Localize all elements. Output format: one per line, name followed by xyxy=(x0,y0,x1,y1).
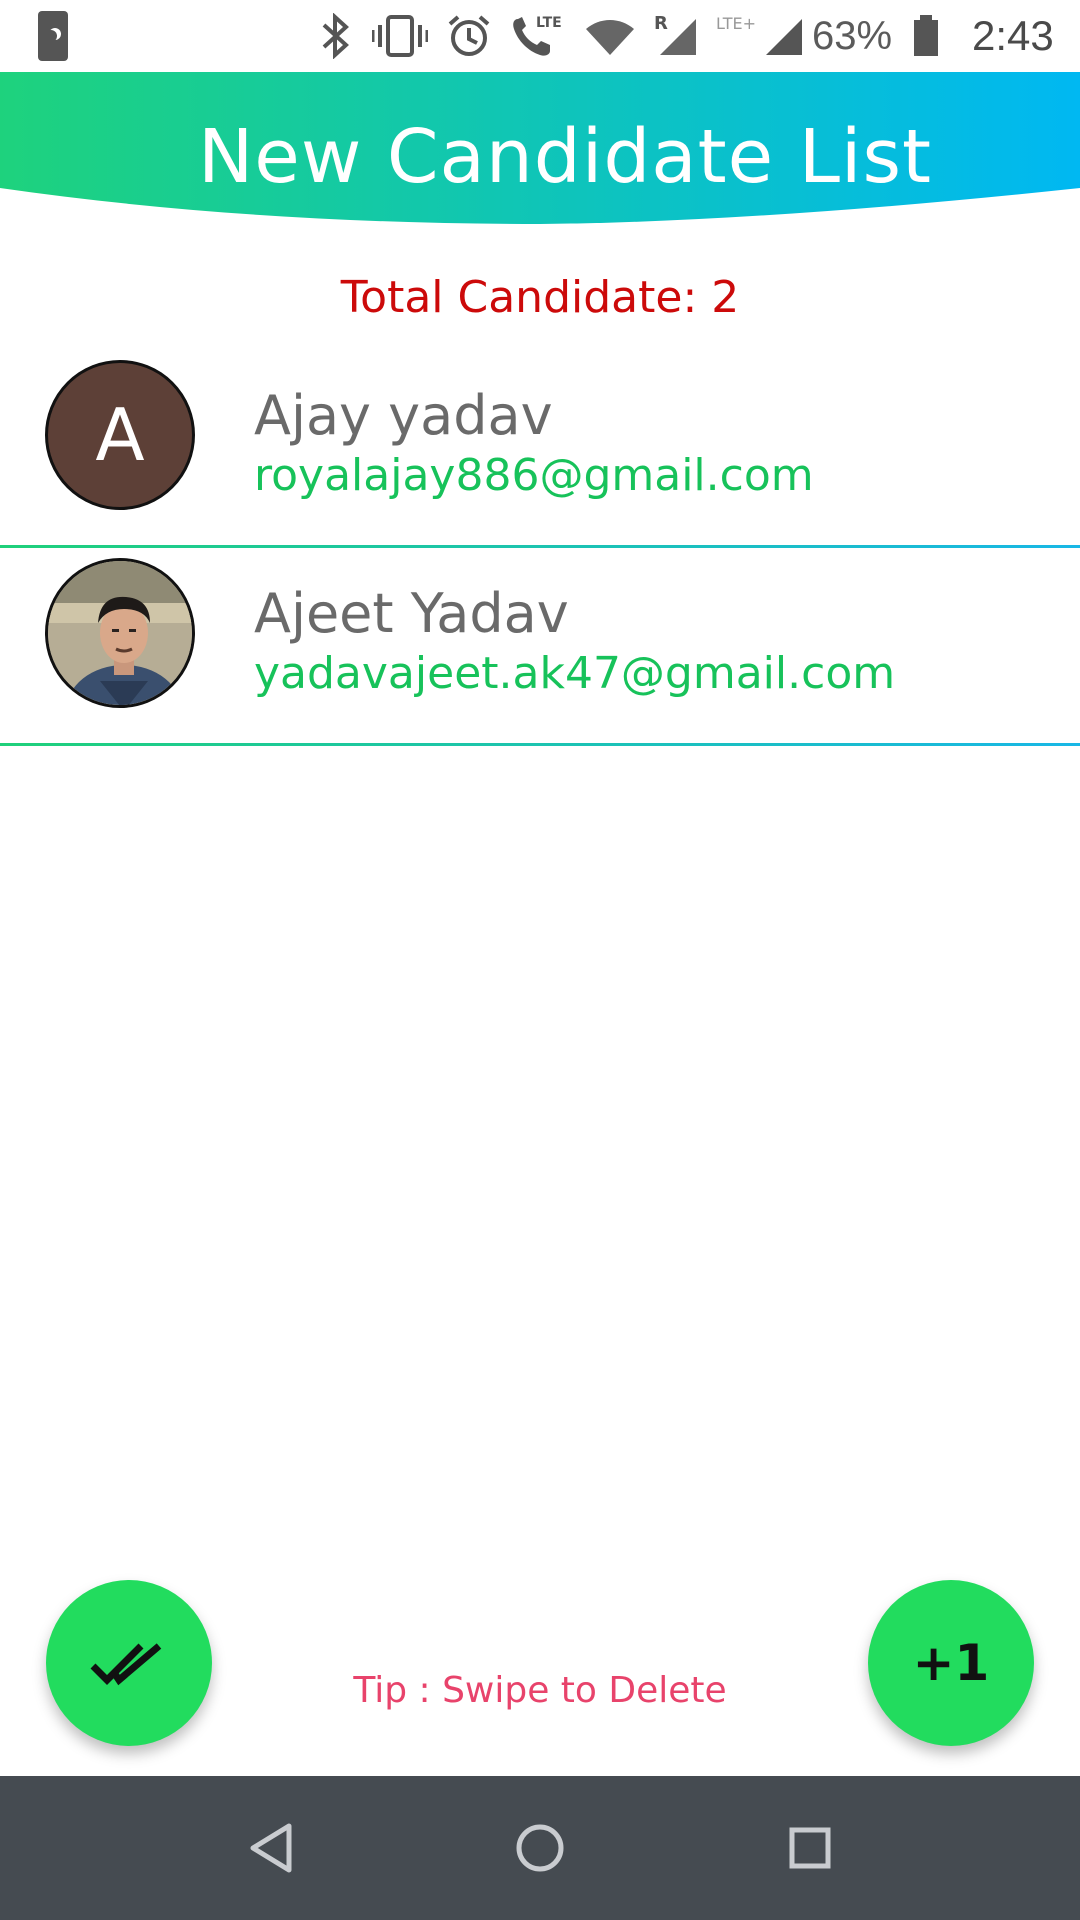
list-item[interactable]: A Ajay yadav royalajay886@gmail.com xyxy=(0,350,1080,548)
profile-photo xyxy=(48,561,192,705)
status-bar: LTE R LTE+ 63% 2:43 xyxy=(0,0,1080,72)
moon-icon xyxy=(38,0,70,72)
svg-text:LTE: LTE xyxy=(536,15,562,31)
home-icon xyxy=(516,1824,564,1872)
status-icons: LTE R LTE+ xyxy=(318,0,806,72)
vibrate-icon xyxy=(372,15,428,57)
volte-call-icon: LTE xyxy=(513,15,562,56)
candidate-email: yadavajeet.ak47@gmail.com xyxy=(254,648,896,699)
battery-icon xyxy=(912,0,940,72)
recents-icon xyxy=(789,1827,831,1869)
row-divider xyxy=(0,743,1080,746)
signal-roaming-icon: R xyxy=(654,13,696,55)
back-icon xyxy=(250,1823,292,1873)
list-item[interactable]: Ajeet Yadav yadavajeet.ak47@gmail.com xyxy=(0,548,1080,746)
page-title: New Candidate List xyxy=(197,114,933,200)
confirm-fab-button[interactable] xyxy=(46,1580,212,1746)
back-button[interactable] xyxy=(210,1776,330,1920)
alarm-icon xyxy=(448,15,490,56)
clock: 2:43 xyxy=(972,12,1054,59)
candidate-email: royalajay886@gmail.com xyxy=(254,450,814,501)
candidate-name: Ajay yadav xyxy=(254,384,553,447)
avatar: A xyxy=(45,360,195,510)
candidate-list: A Ajay yadav royalajay886@gmail.com Ajee… xyxy=(0,350,1080,746)
add-candidate-fab-button[interactable]: +1 xyxy=(868,1580,1034,1746)
signal-lte-plus-icon: LTE+ xyxy=(716,14,802,55)
avatar xyxy=(45,558,195,708)
app-header: New Candidate List xyxy=(0,72,1080,232)
bluetooth-icon xyxy=(322,13,349,59)
system-navigation-bar xyxy=(0,1776,1080,1920)
home-button[interactable] xyxy=(480,1776,600,1920)
candidate-name: Ajeet Yadav xyxy=(254,582,569,645)
recents-button[interactable] xyxy=(750,1776,870,1920)
svg-text:R: R xyxy=(654,13,668,34)
wifi-icon xyxy=(586,20,634,55)
svg-text:LTE+: LTE+ xyxy=(716,14,756,33)
total-candidate-count: Total Candidate: 2 xyxy=(340,272,740,323)
battery-percent: 63% xyxy=(812,13,893,58)
